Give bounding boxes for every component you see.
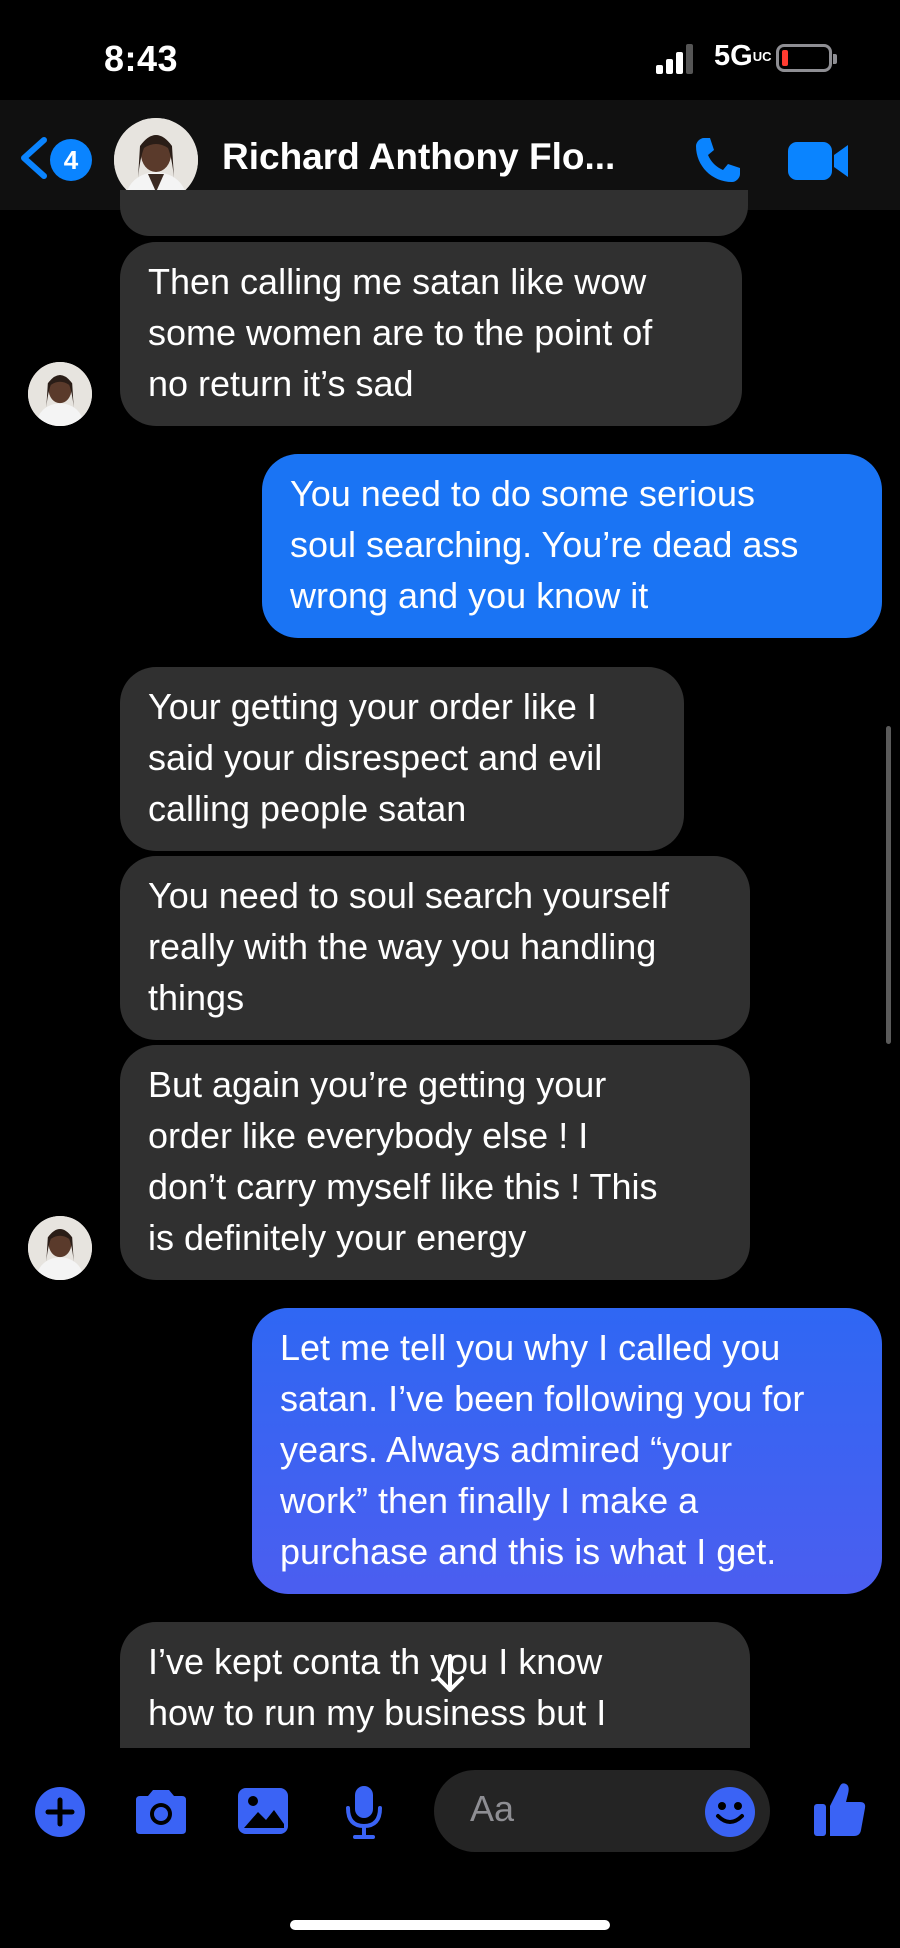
incoming-message[interactable]: But again you’re getting your order like… — [120, 1045, 750, 1280]
home-indicator — [290, 1920, 610, 1930]
unread-count-badge[interactable]: 4 — [50, 139, 92, 181]
incoming-message[interactable]: Your getting your order like I said your… — [120, 667, 684, 851]
phone-icon[interactable] — [690, 134, 744, 188]
chevron-left-icon[interactable] — [18, 136, 50, 180]
message-bubble-clipped — [120, 190, 748, 236]
arrow-down-icon[interactable] — [428, 1652, 472, 1696]
video-camera-icon[interactable] — [788, 140, 850, 182]
network-type: 5GUC — [714, 40, 772, 72]
cellular-signal-icon — [656, 44, 694, 74]
message-input-placeholder: Aa — [470, 1788, 515, 1829]
incoming-message[interactable]: Then calling me satan like wow some wome… — [120, 242, 742, 426]
photo-gallery-icon[interactable] — [236, 1786, 290, 1836]
emoji-icon[interactable] — [704, 1786, 756, 1838]
incoming-message[interactable]: You need to soul search yourself really … — [120, 856, 750, 1040]
battery-icon — [776, 44, 837, 72]
camera-icon[interactable] — [132, 1788, 190, 1836]
status-time: 8:43 — [104, 38, 179, 79]
sender-avatar[interactable] — [28, 1216, 92, 1280]
thumbs-up-icon[interactable] — [812, 1780, 868, 1838]
sender-avatar[interactable] — [28, 362, 92, 426]
scrollbar[interactable] — [886, 726, 891, 1044]
conversation-title[interactable]: Richard Anthony Flo... — [222, 136, 615, 178]
plus-circle-icon[interactable] — [34, 1786, 86, 1838]
outgoing-message[interactable]: You need to do some serious soul searchi… — [262, 454, 882, 638]
outgoing-message[interactable]: Let me tell you why I called you satan. … — [252, 1308, 882, 1594]
microphone-icon[interactable] — [344, 1784, 384, 1840]
